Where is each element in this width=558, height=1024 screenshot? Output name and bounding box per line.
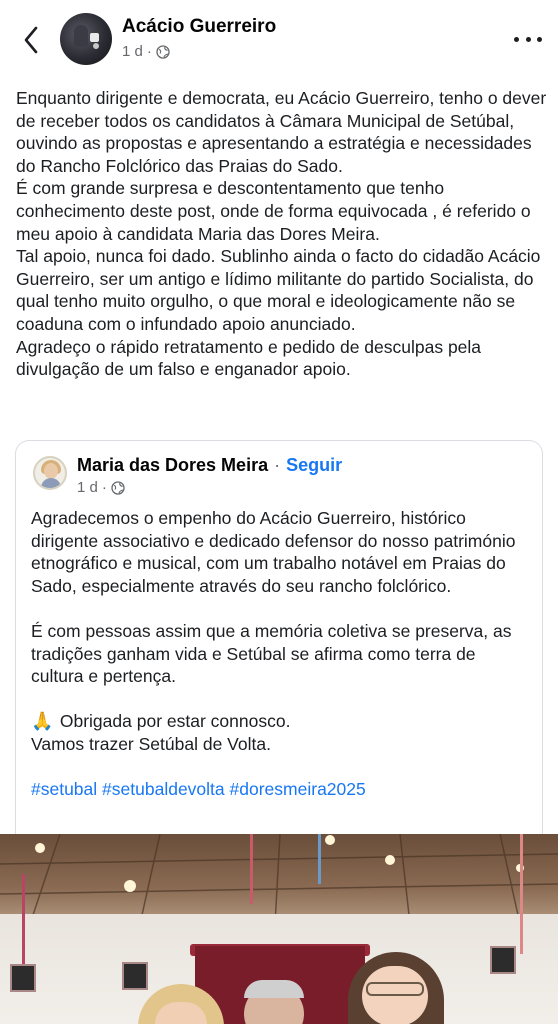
shared-author-name[interactable]: Maria das Dores Meira <box>77 455 268 476</box>
chevron-left-icon <box>24 26 38 54</box>
shared-post-card[interactable]: Maria das Dores Meira · Seguir 1 d · Agr… <box>15 440 543 840</box>
decoration-streamer <box>318 834 321 884</box>
shared-thanks-line: 🙏 Obrigada por estar connosco. <box>31 711 291 732</box>
author-name[interactable]: Acácio Guerreiro <box>122 16 276 38</box>
praying-hands-emoji: 🙏 <box>31 711 54 732</box>
more-horizontal-icon <box>514 36 519 42</box>
wall-frame <box>490 946 516 974</box>
hashtag-link[interactable]: #setubaldevolta <box>102 779 225 799</box>
hashtag-link[interactable]: #doresmeira2025 <box>230 779 366 799</box>
shared-post-time: 1 d <box>77 479 98 496</box>
shared-post-text: Agradecemos o empenho do Acácio Guerreir… <box>31 507 531 801</box>
globe-icon <box>156 44 170 59</box>
decoration-streamer <box>250 834 253 904</box>
person-right-glasses <box>366 982 424 996</box>
hashtag-link[interactable]: #setubal <box>31 779 97 799</box>
decoration-streamer <box>22 874 25 974</box>
author-avatar[interactable] <box>60 13 112 65</box>
shared-paragraph-2: É com pessoas assim que a memória coleti… <box>31 620 512 687</box>
shared-paragraph-1: Agradecemos o empenho do Acácio Guerreir… <box>31 508 516 596</box>
wall-frame <box>10 964 36 992</box>
shared-post-meta: 1 d · <box>77 479 125 496</box>
person-center-hair <box>244 980 304 998</box>
more-options-button[interactable] <box>514 30 542 48</box>
shared-author-avatar[interactable] <box>33 456 67 490</box>
post-time: 1 d <box>122 43 143 60</box>
post-body-text: Enquanto dirigente e democrata, eu Acáci… <box>16 88 547 380</box>
follow-button[interactable]: Seguir <box>286 455 342 476</box>
wall-frame <box>122 962 148 990</box>
decoration-streamer <box>520 834 523 954</box>
post-header: Acácio Guerreiro 1 d · <box>0 0 558 80</box>
hashtag-list: #setubal #setubaldevolta #doresmeira2025 <box>31 778 531 801</box>
meta-separator: · <box>146 43 152 60</box>
globe-icon <box>111 480 125 495</box>
ceiling-beams <box>0 834 558 924</box>
meta-separator: · <box>101 479 107 496</box>
shared-slogan-line: Vamos trazer Setúbal de Volta. <box>31 733 271 754</box>
name-separator: · <box>274 455 281 475</box>
post-photo[interactable] <box>0 834 558 1024</box>
back-button[interactable] <box>14 22 48 58</box>
shared-author-row: Maria das Dores Meira · Seguir <box>77 455 342 476</box>
post-meta: 1 d · <box>122 43 170 60</box>
